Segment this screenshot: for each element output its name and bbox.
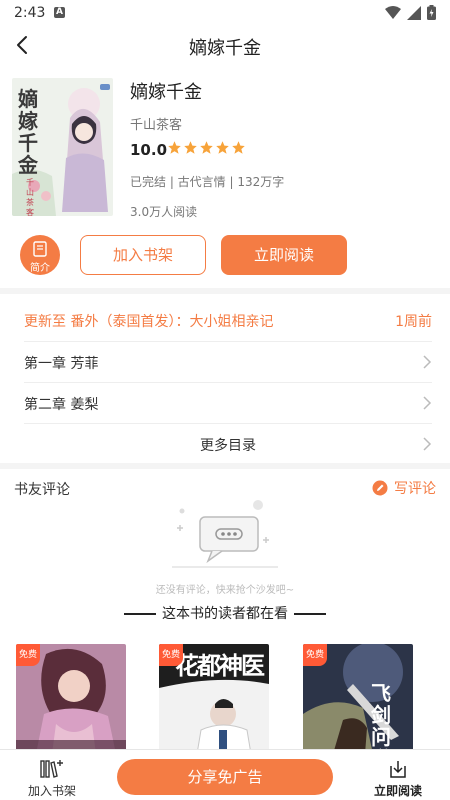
title-rule [124,613,156,615]
book-cover-author: 千山茶客 [26,178,34,216]
write-review-label: 写评论 [394,481,436,497]
title-bar: 嫡嫁千金 [0,26,450,64]
recommended-book-cover[interactable]: 免费 [16,644,126,754]
cover-title: 飞剑问道 [371,681,391,754]
chevron-right-icon [423,437,432,451]
bottom-read-now-label: 立即阅读 [373,784,422,798]
section-divider [0,463,450,469]
chapter-row[interactable]: 第二章 姜梨 [24,382,432,422]
notification-icon: A [54,7,65,18]
chapter-title: 第二章 姜梨 [24,397,99,413]
chapter-title: 第一章 芳菲 [24,356,99,372]
star-icon [200,141,213,154]
write-review-button[interactable]: 写评论 [372,478,436,498]
free-tag: 免费 [303,644,327,666]
add-to-shelf-button[interactable]: 加入书架 [80,235,206,275]
book-meta: 已完结 | 古代言情 | 132万字 [130,175,285,189]
read-now-button[interactable]: 立即阅读 [221,235,347,275]
chapter-row[interactable]: 第一章 芳菲 [24,341,432,381]
status-icons [385,5,436,20]
book-author[interactable]: 千山茶客 [130,114,182,133]
page-title: 嫡嫁千金 [189,38,261,59]
empty-comments-text: 还没有评论，快来抢个沙发吧~ [155,585,295,596]
star-icon [216,141,229,154]
more-chapters-row[interactable]: 更多目录 [24,423,432,463]
wifi-icon [385,5,401,19]
share-ad-free-button[interactable]: 分享免广告 [117,759,333,795]
download-icon [390,761,406,778]
star-icon [232,141,245,154]
signal-icon [407,5,421,20]
intro-label: 简介 [30,263,50,274]
recommended-book-cover[interactable]: 飞剑问道 免费 [303,644,413,754]
pencil-icon [372,480,388,496]
notification-letter: A [56,7,63,17]
bottom-read-now-button[interactable]: 立即阅读 [368,756,428,800]
title-rule [294,613,326,615]
battery-icon [427,5,436,20]
cover-title: 花都神医 [175,651,265,680]
status-bar: 2:43 A [0,0,450,26]
reviews-title: 书友评论 [14,482,70,498]
latest-update-row[interactable]: 更新至 番外（泰国首发）：大小姐相亲记 1周前 [24,311,432,333]
book-score: 10.0 [130,141,168,159]
book-reads: 3.0万人阅读 [130,205,198,219]
empty-comments-icon [172,500,278,568]
book-cover[interactable]: 嫡嫁千金 千山茶客 [12,78,113,216]
bottom-add-shelf-label: 加入书架 [27,784,76,798]
chevron-right-icon [423,396,432,410]
rating-stars [167,140,246,155]
chevron-right-icon [423,355,432,369]
update-time: 1周前 [395,314,432,330]
readers-title-text: 这本书的读者都在看 [162,606,288,622]
bottom-add-shelf-button[interactable]: 加入书架 [24,756,80,800]
status-time: 2:43 [14,5,46,21]
book-icon [33,241,47,257]
bookshelf-add-icon [40,760,63,778]
more-chapters-label: 更多目录 [200,438,256,454]
recommended-book-cover[interactable]: 花都神医 免费 [159,644,269,754]
bottom-bar: 加入书架 分享免广告 立即阅读 [0,749,450,800]
readers-section-title: 这本书的读者都在看 [0,603,450,623]
star-icon [184,141,197,154]
free-tag: 免费 [16,644,40,666]
section-divider [0,288,450,294]
star-icon [168,141,181,154]
intro-button[interactable]: 简介 [20,235,60,275]
latest-chapter: 更新至 番外（泰国首发）：大小姐相亲记 [24,314,274,330]
book-cover-title: 嫡嫁千金 [18,87,38,177]
book-title: 嫡嫁千金 [130,82,202,103]
free-tag: 免费 [159,644,183,666]
